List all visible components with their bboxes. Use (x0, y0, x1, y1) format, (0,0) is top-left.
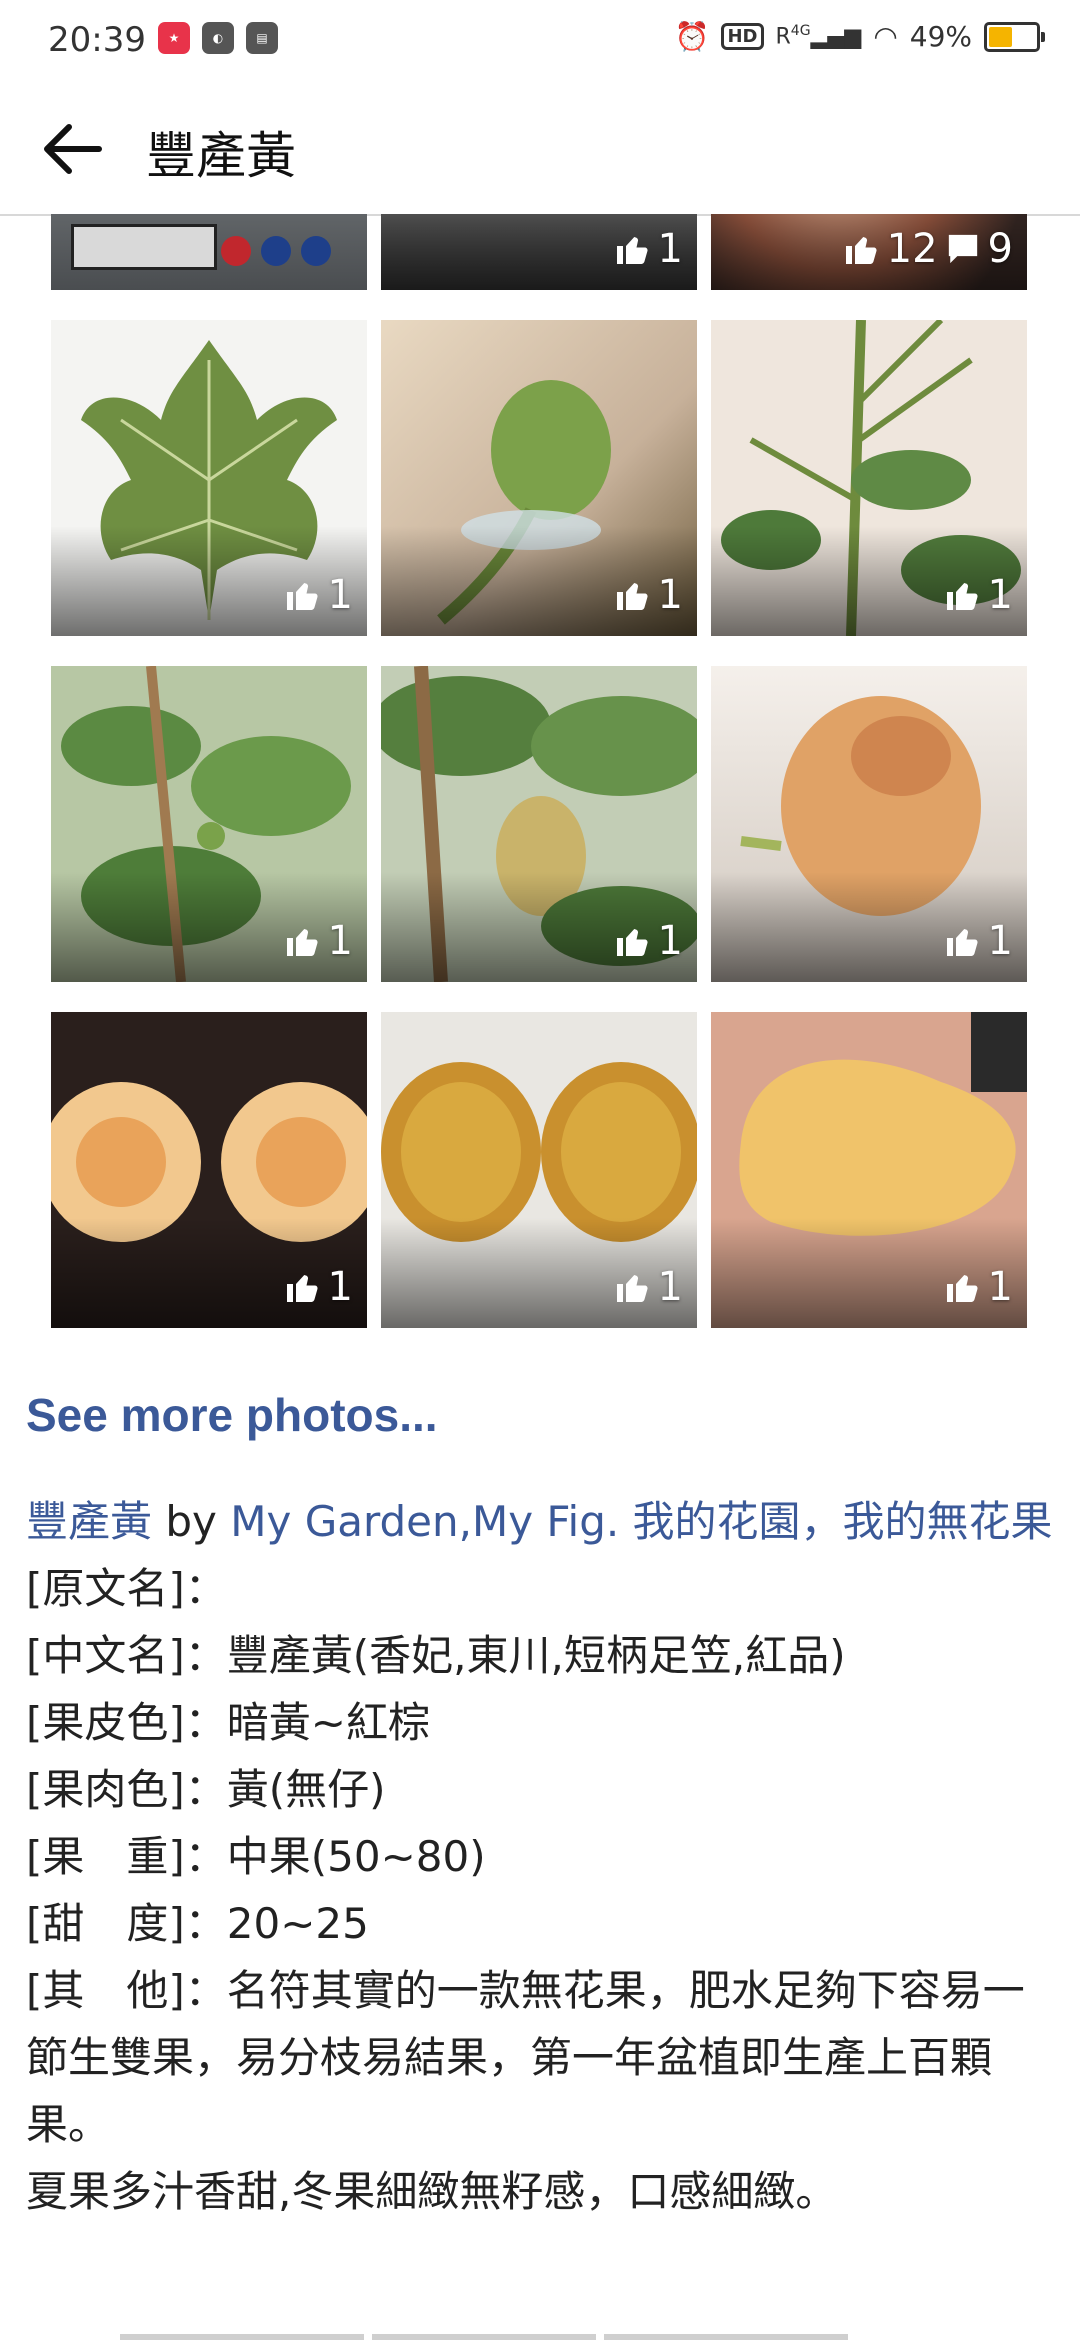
field-weight: [果 重]：中果(50~80) (26, 1832, 486, 1881)
like-badge: 1 (944, 572, 1013, 618)
like-badge: 1 (614, 572, 683, 618)
like-badge: 1 (944, 1264, 1013, 1310)
thumbs-up-icon (616, 929, 648, 956)
thumbs-up-icon (946, 583, 978, 610)
status-time: 20:39 (48, 20, 146, 60)
alarm-icon: ⏰ (674, 20, 710, 53)
like-badge: 1 (944, 918, 1013, 964)
thumbs-up-icon (286, 929, 318, 956)
post-by-label: by (165, 1497, 217, 1546)
page-title: 豐產黃 (146, 127, 296, 185)
photo-tile-fig-cut-top[interactable]: 12 9 (711, 214, 1027, 290)
see-more-photos-link[interactable]: See more photos... (26, 1388, 438, 1442)
status-bar: 20:39 ★ ◐ ▤ ⏰ HD R4G▂▄▆ ◠ 49% (0, 0, 1080, 84)
comment-icon (948, 234, 977, 264)
field-note: 夏果多汁香甜,冬果細緻無籽感，口感細緻。 (26, 2167, 838, 2216)
photo-tile-sapling[interactable]: 1 (711, 320, 1027, 636)
post-name-link[interactable]: 豐產黃 (26, 1497, 152, 1546)
bottom-tabs-hint (120, 2334, 848, 2340)
photo-tile-leaf[interactable]: 1 (51, 320, 367, 636)
photo-tile-fig-halves-towel[interactable]: 1 (381, 1012, 697, 1328)
thumbs-up-icon (286, 1275, 318, 1302)
thumbs-up-icon (845, 237, 877, 264)
photo-tile-ripe-fig[interactable]: 1 (711, 666, 1027, 982)
leaf-notification-icon: ◐ (202, 22, 234, 54)
photo-tile-hanging-fig[interactable]: 1 (381, 666, 697, 982)
photo-tile-scale[interactable] (51, 214, 367, 290)
field-original-name: [原文名]： (26, 1564, 227, 1613)
field-skin-color: [果皮色]：暗黃~紅棕 (26, 1698, 430, 1747)
notification-icons: ★ ◐ ▤ (158, 22, 278, 54)
photo-tile-green-fig[interactable]: 1 (381, 320, 697, 636)
field-chinese-name: [中文名]：豐產黃(香妃,東川,短柄足笠,紅品) (26, 1631, 846, 1680)
storage-notification-icon: ▤ (246, 22, 278, 54)
photo-tile-scale-2[interactable]: 1 (381, 214, 697, 290)
thumbs-up-icon (616, 1275, 648, 1302)
status-right: ⏰ HD R4G▂▄▆ ◠ 49% (674, 20, 1045, 53)
arrow-left-icon (44, 124, 102, 174)
like-badge: 1 (614, 226, 683, 272)
field-flesh-color: [果肉色]：黃(無仔) (26, 1765, 386, 1814)
post-header: 豐產黃 by My Garden,My Fig. 我的花園，我的無花果 (26, 1488, 1054, 1555)
app-bar: 豐產黃 (0, 84, 1080, 216)
thumbs-up-icon (616, 583, 648, 610)
photo-tile-fig-tree[interactable]: 1 (51, 666, 367, 982)
battery-icon (984, 21, 1045, 52)
hd-icon: HD (721, 23, 764, 50)
back-button[interactable] (34, 114, 108, 184)
thumbs-up-icon (946, 929, 978, 956)
like-badge: 1 (284, 572, 353, 618)
wifi-icon: ◠ (873, 20, 898, 53)
like-badge: 1 (614, 918, 683, 964)
photo-tile-fig-in-hand[interactable]: 1 (711, 1012, 1027, 1328)
like-badge: 1 (614, 1264, 683, 1310)
thumbs-up-icon (946, 1275, 978, 1302)
field-sweetness: [甜 度]：20~25 (26, 1899, 369, 1948)
field-other: [其 他]：名符其實的一款無花果，肥水足夠下容易一節生雙果，易分枝易結果，第一年… (26, 1966, 1025, 2149)
like-badge: 1 (284, 1264, 353, 1310)
like-badge: 1 (284, 918, 353, 964)
like-comment-badge: 12 9 (843, 226, 1013, 272)
app-notification-icon: ★ (158, 22, 190, 54)
author-link[interactable]: My Garden,My Fig. 我的花園，我的無花果 (230, 1497, 1052, 1546)
thumbs-up-icon (616, 237, 648, 264)
post-content: 豐產黃 by My Garden,My Fig. 我的花園，我的無花果 [原文名… (26, 1488, 1054, 2225)
thumbs-up-icon (286, 583, 318, 610)
photo-tile-fig-halves-dark[interactable]: 1 (51, 1012, 367, 1328)
photo-grid: 1 12 9 1 1 1 1 1 1 1 1 1 (0, 214, 1080, 1334)
signal-icon: R4G▂▄▆ (775, 23, 862, 50)
battery-percent: 49% (909, 20, 972, 53)
